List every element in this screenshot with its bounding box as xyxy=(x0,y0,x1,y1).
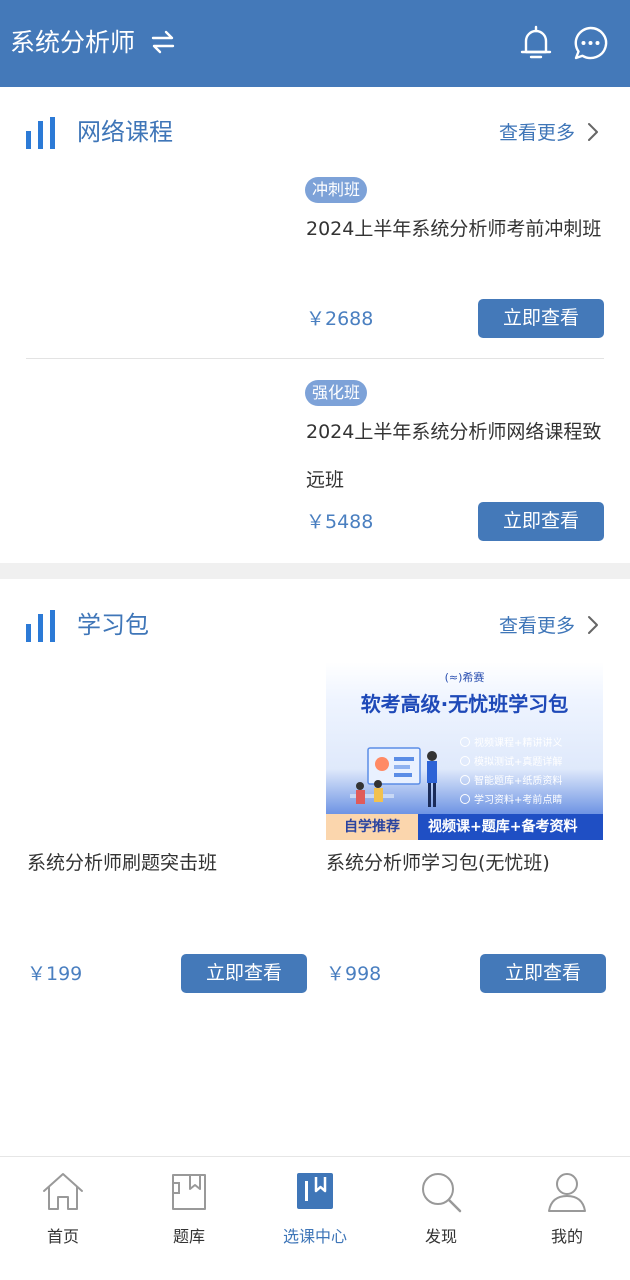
section-title: 学习包 xyxy=(77,611,149,639)
tab-home[interactable]: 首页 xyxy=(0,1157,126,1280)
course-thumbnail[interactable] xyxy=(26,179,290,349)
page-title[interactable]: 系统分析师 xyxy=(10,25,135,61)
question-bank-icon xyxy=(172,1174,206,1210)
swap-arrows-icon[interactable] xyxy=(150,27,176,57)
course-title[interactable]: 2024上半年系统分析师考前冲刺班 xyxy=(306,205,606,253)
tab-discover[interactable]: 发现 xyxy=(378,1157,504,1280)
course-price: ￥5488 xyxy=(306,511,374,533)
top-bar: 系统分析师 xyxy=(0,0,630,87)
tab-label: 选课中心 xyxy=(282,1227,347,1246)
study-pack-price: ￥998 xyxy=(326,963,382,985)
user-icon xyxy=(548,1173,586,1212)
view-now-button[interactable]: 立即查看 xyxy=(181,954,307,993)
home-icon xyxy=(43,1173,83,1210)
search-icon xyxy=(422,1173,462,1213)
chevron-right-icon[interactable] xyxy=(586,614,600,636)
course-center-icon xyxy=(297,1173,333,1209)
course-card[interactable]: 冲刺班 2024上半年系统分析师考前冲刺班 ￥2688 立即查看 xyxy=(0,169,630,372)
section-title: 网络课程 xyxy=(77,118,173,146)
course-thumbnail[interactable] xyxy=(26,382,290,552)
banner-feature: 模拟测试+真题详解 xyxy=(460,753,562,768)
tab-label: 发现 xyxy=(424,1227,457,1246)
tab-course-center[interactable]: 选课中心 xyxy=(252,1157,378,1280)
tab-question-bank[interactable]: 题库 xyxy=(126,1157,252,1280)
view-now-button[interactable]: 立即查看 xyxy=(478,502,604,541)
course-card[interactable]: 强化班 2024上半年系统分析师网络课程致远班 ￥5488 立即查看 xyxy=(0,372,630,575)
study-pack-banner[interactable]: (≈)希赛 软考高级·无忧班学习包 视频课程+精讲讲义 模拟测试+真题详解 智能… xyxy=(326,662,603,840)
bar-chart-icon xyxy=(26,117,55,149)
divider xyxy=(26,358,604,359)
section-header-online-courses: 网络课程 查看更多 xyxy=(0,111,630,161)
bar-chart-icon xyxy=(26,610,55,642)
study-pack-card[interactable]: 系统分析师刷题突击班 ￥199 立即查看 xyxy=(27,662,307,1002)
tab-label: 首页 xyxy=(46,1227,79,1246)
tab-mine[interactable]: 我的 xyxy=(504,1157,630,1280)
bottom-tab-bar: 首页 题库 选课中心 发现 我的 xyxy=(0,1156,630,1280)
banner-feature: 视频课程+精讲讲义 xyxy=(460,734,562,749)
view-now-button[interactable]: 立即查看 xyxy=(478,299,604,338)
course-tag: 强化班 xyxy=(305,380,368,406)
banner-self-study: 自学推荐 xyxy=(326,814,418,840)
banner-headline: 软考高级·无忧班学习包 xyxy=(360,692,569,716)
study-illustration-icon xyxy=(350,747,437,807)
tab-label: 题库 xyxy=(172,1227,205,1246)
course-tag: 冲刺班 xyxy=(305,177,368,203)
chat-bubble-icon[interactable] xyxy=(572,25,609,62)
study-pack-name[interactable]: 系统分析师刷题突击班 xyxy=(27,848,317,878)
banner-tagline: 视频课+题库+备考资料 xyxy=(428,819,578,835)
section-gap xyxy=(0,563,630,579)
course-title[interactable]: 2024上半年系统分析师网络课程致远班 xyxy=(306,408,606,504)
view-more-link[interactable]: 查看更多 xyxy=(499,119,575,147)
course-price: ￥2688 xyxy=(306,308,374,330)
study-pack-price: ￥199 xyxy=(27,963,83,985)
banner-logo: (≈)希赛 xyxy=(444,671,485,684)
study-pack-card[interactable]: (≈)希赛 软考高级·无忧班学习包 视频课程+精讲讲义 模拟测试+真题详解 智能… xyxy=(326,662,606,1002)
chevron-right-icon[interactable] xyxy=(586,121,600,143)
bell-icon[interactable] xyxy=(518,24,554,62)
section-header-study-packs: 学习包 查看更多 xyxy=(0,604,630,654)
study-pack-image[interactable] xyxy=(27,662,304,840)
view-more-link[interactable]: 查看更多 xyxy=(499,612,575,640)
study-pack-name[interactable]: 系统分析师学习包(无忧班) xyxy=(326,848,616,878)
banner-feature: 智能题库+纸质资料 xyxy=(460,772,562,787)
banner-feature: 学习资料+考前点睛 xyxy=(460,791,562,806)
tab-label: 我的 xyxy=(550,1227,583,1246)
view-now-button[interactable]: 立即查看 xyxy=(480,954,606,993)
